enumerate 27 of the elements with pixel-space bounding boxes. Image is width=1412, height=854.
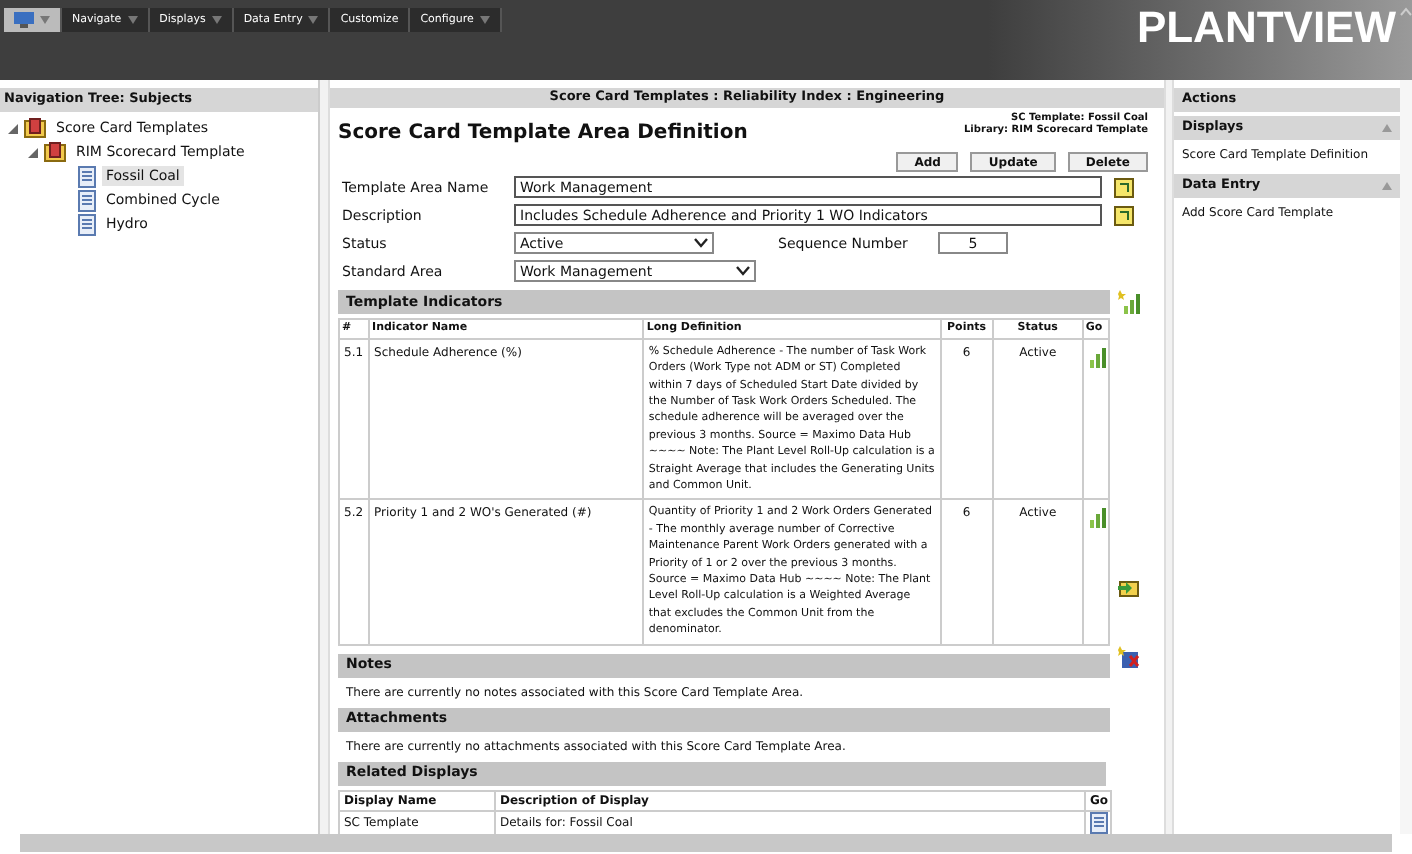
dropdown-caret-icon [308, 16, 319, 24]
tree-toggle-icon[interactable] [28, 147, 38, 157]
page-icon[interactable] [78, 189, 96, 211]
document-icon[interactable] [1089, 811, 1107, 834]
dropdown-caret-icon [40, 16, 50, 24]
brand-logo: PLANTVIEW [1136, 6, 1396, 50]
page-icon[interactable] [78, 213, 96, 235]
app-menu-button[interactable] [4, 8, 62, 32]
tree-toggle-icon[interactable] [8, 123, 18, 133]
page-heading: Score Card Template Area Definition [338, 119, 748, 148]
dropdown-caret-icon [127, 16, 138, 24]
add-indicator-icon[interactable] [1118, 289, 1142, 314]
edit-note-icon[interactable] [1114, 205, 1134, 226]
computer-icon [14, 12, 34, 28]
chevron-down-icon [694, 238, 708, 249]
horizontal-scrollbar[interactable] [20, 834, 1392, 852]
book-folder-icon [24, 118, 46, 138]
book-folder-icon [44, 142, 66, 162]
add-note-icon[interactable] [1118, 577, 1140, 598]
edit-note-icon[interactable] [1114, 177, 1134, 198]
collapse-icon [1382, 124, 1392, 132]
chevron-down-icon [736, 266, 750, 277]
add-attachment-icon[interactable] [1118, 645, 1140, 668]
dropdown-caret-icon [211, 16, 222, 24]
dropdown-caret-icon [479, 16, 490, 24]
collapse-icon [1382, 182, 1392, 190]
page-icon[interactable] [78, 165, 96, 187]
